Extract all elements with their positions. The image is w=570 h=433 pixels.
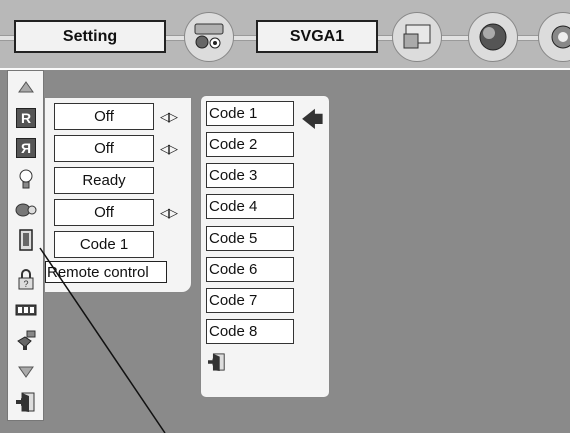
remote-code-value[interactable]: Code 1 (54, 231, 154, 258)
screen-icon[interactable] (538, 12, 570, 62)
exit-icon[interactable] (13, 390, 39, 414)
code-option[interactable]: Code 5 (206, 226, 294, 251)
source-name-label[interactable]: SVGA1 (256, 20, 378, 53)
lock-icon[interactable]: ? (13, 267, 39, 291)
exit-icon[interactable] (208, 352, 226, 372)
setting-value-2[interactable]: Off (54, 135, 154, 162)
input-source-icon[interactable] (184, 12, 234, 62)
reverse-flip-icon[interactable]: Я (13, 136, 39, 160)
adjust-arrows-1[interactable]: ◁▷ (160, 107, 186, 127)
code-option[interactable]: Code 6 (206, 257, 294, 282)
lamp-icon[interactable] (13, 167, 39, 191)
image-adjust-icon[interactable] (392, 12, 442, 62)
menu-icon-sidebar: R Я ? (7, 70, 44, 421)
adjust-arrows-2[interactable]: ◁▷ (160, 139, 186, 159)
lamp-status-value: Ready (54, 167, 154, 194)
color-adjust-icon[interactable] (468, 12, 518, 62)
selected-arrow-icon: 🡄 (301, 107, 324, 132)
blank-screen-icon[interactable] (13, 298, 39, 322)
remote-control-tooltip: Remote control (45, 261, 167, 283)
code-option[interactable]: Code 3 (206, 163, 294, 188)
down-triangle-icon[interactable] (13, 360, 39, 384)
up-triangle-icon[interactable] (13, 75, 39, 99)
projector-icon[interactable] (13, 328, 39, 352)
adjust-arrows-4[interactable]: ◁▷ (160, 203, 186, 223)
code-option[interactable]: Code 8 (206, 319, 294, 344)
setting-menu-label[interactable]: Setting (14, 20, 166, 53)
remote-control-icon[interactable] (13, 228, 39, 252)
code-option[interactable]: Code 2 (206, 132, 294, 157)
setting-value-1[interactable]: Off (54, 103, 154, 130)
svg-text:?: ? (23, 279, 28, 289)
top-menu-bar: Setting SVGA1 (0, 0, 570, 70)
code-option[interactable]: Code 7 (206, 288, 294, 313)
mirror-flip-icon[interactable]: R (13, 106, 39, 130)
fan-icon[interactable] (13, 197, 39, 221)
code-option[interactable]: Code 4 (206, 194, 294, 219)
code-option[interactable]: Code 1 (206, 101, 294, 126)
setting-value-4[interactable]: Off (54, 199, 154, 226)
